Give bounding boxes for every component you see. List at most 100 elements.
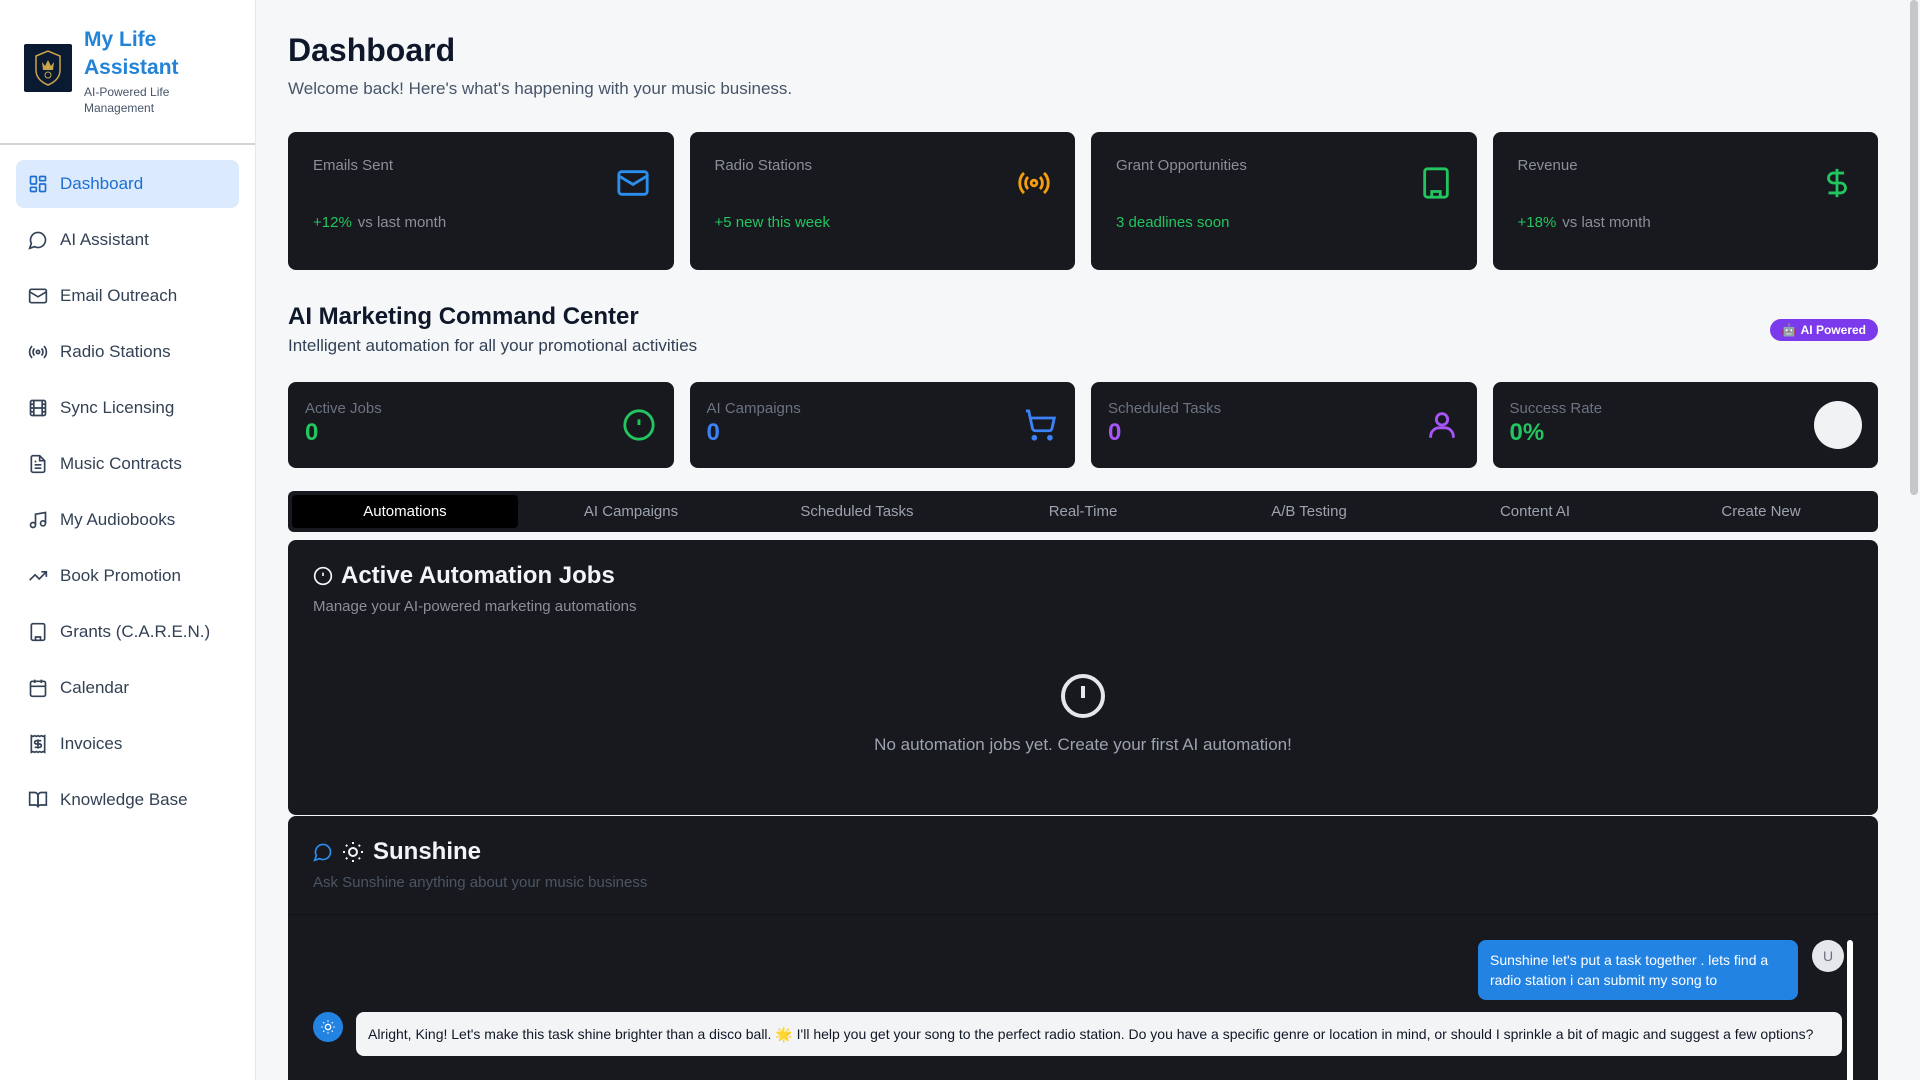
sidebar-item-book-promotion[interactable]: Book Promotion [16,552,239,600]
divider [288,914,1878,915]
tab-automations[interactable]: Automations [292,495,518,528]
stat-card-radio[interactable]: Radio Stations +5 new this week [689,132,1075,270]
stat-value [1116,178,1452,202]
sidebar-item-dashboard[interactable]: Dashboard [16,160,239,208]
sidebar-item-email-outreach[interactable]: Email Outreach [16,272,239,320]
alert-circle-icon [313,566,333,586]
page-subtitle: Welcome back! Here's what's happening wi… [288,79,793,98]
sidebar-item-sync-licensing[interactable]: Sync Licensing [16,384,239,432]
sidebar-item-label: AI Assistant [60,230,149,249]
sidebar: My Life Assistant AI-Powered Life Manage… [0,0,256,1080]
sunshine-chat-panel: Sunshine Ask Sunshine anything about you… [288,816,1878,1080]
sidebar-item-label: Radio Stations [60,342,171,361]
building-icon [30,622,46,642]
sidebar-item-label: My Audiobooks [60,510,176,529]
stat-label: Revenue [1517,157,1578,174]
sidebar-item-grants[interactable]: Grants (C.A.R.E.N.) [16,608,239,656]
stat-card-emails[interactable]: Emails Sent +12% vs last month [288,132,674,270]
automation-tabs: Automations AI Campaigns Scheduled Tasks… [288,491,1878,532]
mail-icon [616,170,649,196]
kingdom-crest-logo [24,44,72,92]
chat-title: Sunshine [373,838,482,865]
grid-icon [29,175,47,193]
stat-label: Emails Sent [313,157,394,174]
brand-header: My Life Assistant AI-Powered Life Manage… [0,0,255,145]
page-title: Dashboard [288,32,456,68]
tab-create-new[interactable]: Create New [1648,495,1874,528]
app-subtitle: AI-Powered Life Management [84,85,170,115]
sidebar-item-label: Book Promotion [60,566,181,585]
alert-circle-icon [622,409,655,441]
tab-ab-testing[interactable]: A/B Testing [1196,495,1422,528]
sidebar-item-invoices[interactable]: Invoices [16,720,239,768]
kpi-active-jobs[interactable]: Active Jobs 0 [288,382,674,468]
kpi-label: Scheduled Tasks [1108,400,1222,417]
chat-bubble-icon [28,231,47,250]
alert-circle-icon [1061,674,1105,718]
section-title: AI Marketing Command Center [288,303,639,330]
tab-ai-campaigns[interactable]: AI Campaigns [518,495,744,528]
sidebar-item-my-audiobooks[interactable]: My Audiobooks [16,496,239,544]
kpi-ai-campaigns[interactable]: AI Campaigns 0 [689,382,1075,468]
kpi-value: 0 [305,419,319,446]
page-scrollbar[interactable] [1910,0,1918,495]
sidebar-item-calendar[interactable]: Calendar [16,664,239,712]
robot-icon: 🤖 [1781,323,1797,337]
stat-card-revenue[interactable]: Revenue +18% vs last month [1492,132,1878,270]
kpi-success-rate[interactable]: Success Rate 0% [1492,382,1878,468]
stat-trend-value: +5 new this week [714,214,830,231]
sunshine-avatar [313,1012,343,1042]
trending-up-icon [29,571,48,581]
badge-label: AI Powered [1800,323,1866,337]
book-open-icon [28,791,48,808]
sidebar-item-label: Music Contracts [60,454,182,473]
kpi-value: 0% [1509,419,1545,446]
sidebar-item-knowledge-base[interactable]: Knowledge Base [16,776,239,824]
building-icon [1422,167,1449,199]
stat-label: Grant Opportunities [1116,157,1247,174]
film-icon [29,399,47,417]
stat-trend-value: +12% [313,214,352,231]
stat-card-grants[interactable]: Grant Opportunities 3 deadlines soon [1091,132,1477,270]
panel-subtitle: Manage your AI-powered marketing automat… [313,598,637,615]
main-content: Dashboard Welcome back! Here's what's ha… [288,0,1878,1080]
document-icon [30,454,46,474]
sidebar-item-music-contracts[interactable]: Music Contracts [16,440,239,488]
radio-icon [28,345,48,359]
stat-trend-text: vs last month [1562,214,1651,231]
stat-label: Radio Stations [714,157,813,174]
app-title: My Life Assistant [84,28,179,79]
mail-icon [28,288,48,304]
stat-trend-value: 3 deadlines soon [1116,214,1230,231]
dollar-icon [1827,168,1847,198]
user-icon [1428,412,1455,438]
user-message: Sunshine let's put a task together . let… [1478,940,1798,1000]
assistant-message: Alright, King! Let's make this task shin… [356,1012,1842,1056]
stats-row: Emails Sent +12% vs last month Radio Stat… [288,132,1878,270]
sidebar-item-label: Calendar [60,678,129,697]
stat-trend-value: +18% [1517,214,1557,231]
cart-icon [1025,409,1057,441]
tab-scheduled-tasks[interactable]: Scheduled Tasks [744,495,970,528]
tab-content-ai[interactable]: Content AI [1422,495,1648,528]
stat-value [1518,178,1854,202]
sidebar-item-label: Dashboard [60,174,144,193]
sidebar-item-radio-stations[interactable]: Radio Stations [16,328,239,376]
kpi-value: 0 [1108,419,1122,446]
sun-icon [321,1020,335,1034]
music-note-icon [29,511,47,529]
kpi-label: Active Jobs [305,400,382,417]
chat-scrollbar[interactable] [1847,940,1853,1080]
automation-jobs-panel: Active Automation Jobs Manage your AI-po… [288,540,1878,815]
radio-icon [1018,171,1050,195]
kpi-scheduled-tasks[interactable]: Scheduled Tasks 0 [1091,382,1477,468]
sidebar-item-ai-assistant[interactable]: AI Assistant [16,216,239,264]
tab-real-time[interactable]: Real-Time [970,495,1196,528]
sidebar-item-label: Email Outreach [60,286,178,305]
stat-value [313,178,649,202]
kpi-value: 0 [706,419,720,446]
kpi-label: AI Campaigns [706,400,801,417]
ai-powered-badge: 🤖 AI Powered [1769,319,1878,341]
empty-state-text: No automation jobs yet. Create your firs… [874,735,1292,754]
empty-state: No automation jobs yet. Create your firs… [288,672,1878,755]
